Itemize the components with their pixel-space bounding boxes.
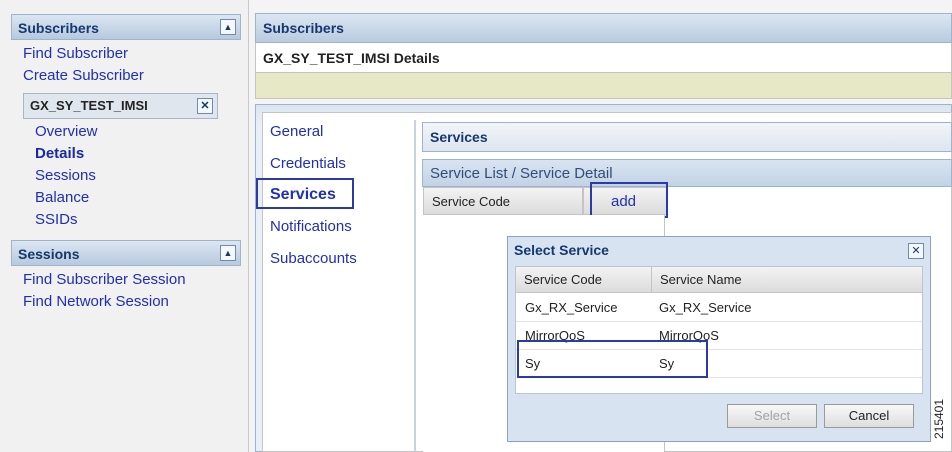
dialog-col-service-name-label: Service Name [660,272,742,287]
service-list-header: Service List / Service Detail [422,159,952,187]
dialog-col-service-name[interactable]: Service Name [652,267,922,293]
details-title-bar: GX_SY_TEST_IMSI Details [255,43,952,73]
cancel-button[interactable]: Cancel [824,404,914,428]
tab-subaccounts[interactable]: Subaccounts [270,250,357,267]
page-title: Subscribers [263,20,344,36]
details-title: GX_SY_TEST_IMSI Details [263,50,440,66]
services-title: Services [430,129,488,145]
dialog-col-service-code-label: Service Code [524,272,603,287]
close-icon[interactable]: ✕ [908,243,924,259]
subscribers-panel-title: Subscribers [18,20,99,36]
figure-id: 215401 [932,398,946,440]
sidebar-item-details[interactable]: Details [35,145,84,162]
page-header: Subscribers [255,13,952,43]
current-subscriber-label: GX_SY_TEST_IMSI [30,98,148,113]
row-service-name: Gx_RX_Service [659,300,752,315]
tab-general[interactable]: General [270,123,323,140]
sidebar-item-ssids[interactable]: SSIDs [35,211,78,228]
select-button[interactable]: Select [727,404,817,428]
tab-notifications[interactable]: Notifications [270,218,352,235]
select-service-dialog: Select Service ✕ Service Code Service Na… [507,236,931,442]
sidebar-item-balance[interactable]: Balance [35,189,89,206]
message-bar [255,73,952,99]
tab-divider [414,120,416,452]
find-subscriber-link[interactable]: Find Subscriber [23,45,128,62]
left-sidebar: Subscribers ▲ Find Subscriber Create Sub… [0,0,249,452]
current-subscriber-box: GX_SY_TEST_IMSI ✕ [23,93,218,119]
dialog-title: Select Service [514,242,609,258]
services-header: Services [422,122,952,152]
sy-row-highlight [517,340,708,378]
service-code-column-header[interactable]: Service Code [423,187,583,215]
collapse-up-icon[interactable]: ▲ [220,245,236,261]
subscribers-panel-header: Subscribers ▲ [11,14,241,40]
sessions-panel-title: Sessions [18,246,80,262]
sidebar-item-sessions[interactable]: Sessions [35,167,96,184]
row-service-code: Gx_RX_Service [525,300,618,315]
add-highlight [590,182,668,218]
dialog-col-service-code[interactable]: Service Code [516,267,652,293]
tab-credentials[interactable]: Credentials [270,155,346,172]
create-subscriber-link[interactable]: Create Subscriber [23,67,144,84]
find-network-session-link[interactable]: Find Network Session [23,293,169,310]
service-list-title: Service List / Service Detail [430,165,613,182]
close-icon[interactable]: ✕ [197,98,213,114]
services-tab-highlight [256,178,354,209]
sessions-panel-header: Sessions ▲ [11,240,241,266]
sidebar-item-overview[interactable]: Overview [35,123,98,140]
service-code-col-label: Service Code [432,194,511,209]
find-subscriber-session-link[interactable]: Find Subscriber Session [23,271,186,288]
table-row[interactable]: Gx_RX_Service Gx_RX_Service [516,294,922,322]
collapse-up-icon[interactable]: ▲ [220,19,236,35]
figure-id-holder: 215401 [932,390,946,450]
